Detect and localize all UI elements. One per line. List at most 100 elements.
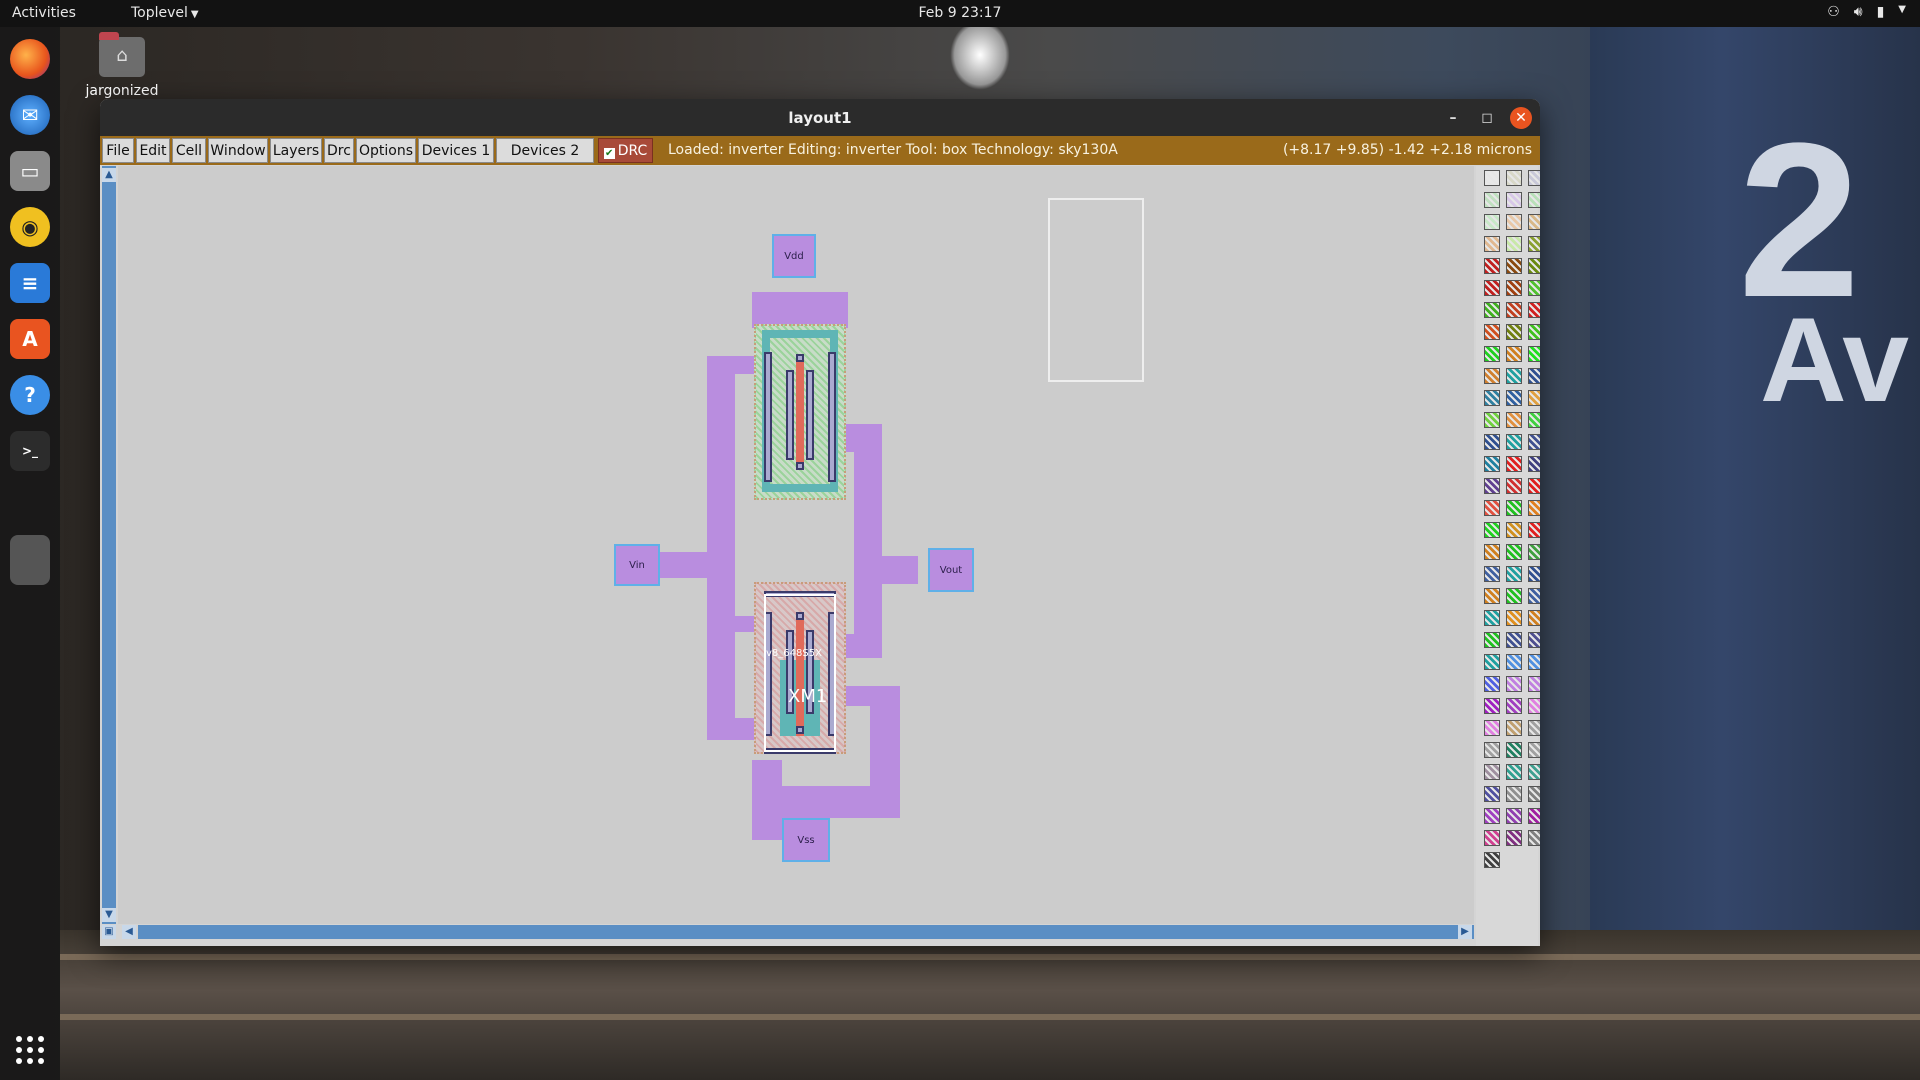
layer-swatch[interactable] (1506, 764, 1522, 780)
layer-swatch[interactable] (1484, 236, 1500, 252)
vertical-scrollbar[interactable]: ▲ ▼ (102, 166, 116, 924)
layer-swatch[interactable] (1528, 588, 1540, 604)
menu-options[interactable]: Options (356, 138, 416, 163)
metal-route[interactable] (707, 616, 759, 632)
close-icon[interactable]: ✕ (1510, 107, 1532, 129)
layer-swatch[interactable] (1528, 676, 1540, 692)
scroll-right-icon[interactable]: ▶ (1458, 925, 1472, 939)
layer-swatch[interactable] (1528, 830, 1540, 846)
menu-drc[interactable]: Drc (324, 138, 354, 163)
layer-swatch[interactable] (1528, 368, 1540, 384)
layer-swatch[interactable] (1484, 698, 1500, 714)
layer-swatch[interactable] (1528, 742, 1540, 758)
layer-swatch[interactable] (1506, 214, 1522, 230)
layer-swatch[interactable] (1506, 390, 1522, 406)
home-folder[interactable]: ⌂ jargonized (84, 32, 160, 99)
layer-swatch[interactable] (1484, 280, 1500, 296)
layer-swatch[interactable] (1484, 478, 1500, 494)
layer-swatch[interactable] (1528, 412, 1540, 428)
layer-swatch[interactable] (1506, 170, 1522, 186)
battery-icon[interactable]: ▮ (1877, 4, 1885, 20)
layer-swatch[interactable] (1484, 764, 1500, 780)
layer-swatch[interactable] (1528, 654, 1540, 670)
layer-swatch[interactable] (1484, 456, 1500, 472)
via[interactable] (796, 462, 804, 470)
contact-strip[interactable] (764, 352, 772, 482)
vss-rail[interactable] (752, 760, 782, 840)
layer-swatch[interactable] (1506, 588, 1522, 604)
software-icon[interactable]: A (10, 319, 50, 359)
layer-swatch[interactable] (1484, 786, 1500, 802)
layer-swatch[interactable] (1506, 742, 1522, 758)
firefox-icon[interactable] (10, 39, 50, 79)
layer-swatch[interactable] (1506, 720, 1522, 736)
layer-swatch[interactable] (1528, 808, 1540, 824)
menu-cell[interactable]: Cell (172, 138, 206, 163)
layer-swatch[interactable] (1506, 346, 1522, 362)
layer-swatch[interactable] (1506, 280, 1522, 296)
menu-devices-1[interactable]: Devices 1 (418, 138, 494, 163)
layer-swatch[interactable] (1528, 302, 1540, 318)
layer-swatch[interactable] (1528, 192, 1540, 208)
layer-swatch[interactable] (1528, 522, 1540, 538)
terminal-icon[interactable]: >_ (10, 431, 50, 471)
layer-swatch[interactable] (1484, 258, 1500, 274)
layer-swatch[interactable] (1484, 654, 1500, 670)
metal-route[interactable] (854, 556, 918, 584)
layer-swatch[interactable] (1528, 698, 1540, 714)
layer-swatch[interactable] (1506, 192, 1522, 208)
layer-swatch[interactable] (1506, 324, 1522, 340)
layer-swatch[interactable] (1506, 412, 1522, 428)
layer-swatch[interactable] (1484, 522, 1500, 538)
layer-swatch[interactable] (1484, 566, 1500, 582)
menu-window[interactable]: Window (208, 138, 268, 163)
scroll-down-icon[interactable]: ▼ (102, 908, 116, 922)
maximize-icon[interactable]: ◻ (1476, 107, 1498, 129)
layer-swatch[interactable] (1528, 478, 1540, 494)
metal-route[interactable] (707, 718, 759, 740)
layer-swatch[interactable] (1484, 390, 1500, 406)
thunderbird-icon[interactable]: ✉ (10, 95, 50, 135)
show-apps-icon[interactable] (14, 1034, 46, 1066)
menu-devices-2[interactable]: Devices 2 (496, 138, 594, 163)
layer-swatch[interactable] (1528, 720, 1540, 736)
layer-swatch[interactable] (1528, 500, 1540, 516)
zoom-box-icon[interactable]: ▣ (102, 925, 116, 939)
layer-swatch[interactable] (1484, 720, 1500, 736)
layer-swatch[interactable] (1484, 742, 1500, 758)
layer-swatch[interactable] (1484, 632, 1500, 648)
layer-swatch[interactable] (1528, 258, 1540, 274)
layer-swatch[interactable] (1484, 610, 1500, 626)
layer-swatch[interactable] (1528, 346, 1540, 362)
contact-strip[interactable] (786, 370, 794, 460)
layer-swatch[interactable] (1506, 236, 1522, 252)
layout-canvas[interactable]: v8_648S5X XM1 Vdd Vin Vout Vss (118, 166, 1474, 924)
layer-swatch[interactable] (1528, 764, 1540, 780)
network-icon[interactable]: ⚇ (1827, 4, 1840, 20)
metal-route[interactable] (854, 424, 882, 658)
metal-route[interactable] (658, 552, 735, 578)
layer-swatch[interactable] (1506, 808, 1522, 824)
clock[interactable]: Feb 9 23:17 (0, 5, 1920, 21)
pin-vss[interactable]: Vss (782, 818, 830, 862)
via[interactable] (796, 354, 804, 362)
layer-swatch[interactable] (1506, 434, 1522, 450)
layer-swatch[interactable] (1528, 324, 1540, 340)
pmos-gate[interactable] (796, 354, 804, 470)
layer-swatch[interactable] (1528, 390, 1540, 406)
layer-swatch[interactable] (1484, 434, 1500, 450)
layer-swatch[interactable] (1506, 478, 1522, 494)
minimize-icon[interactable]: – (1442, 107, 1464, 129)
menu-layers[interactable]: Layers (270, 138, 322, 163)
layer-swatch[interactable] (1528, 456, 1540, 472)
pin-vin[interactable]: Vin (614, 544, 660, 586)
layer-swatch[interactable] (1484, 214, 1500, 230)
volume-icon[interactable]: 🔊︎ (1854, 4, 1863, 20)
layer-swatch[interactable] (1528, 434, 1540, 450)
layer-swatch[interactable] (1528, 544, 1540, 560)
layer-swatch[interactable] (1506, 676, 1522, 692)
layer-swatch[interactable] (1484, 852, 1500, 868)
files-icon[interactable]: ▭ (10, 151, 50, 191)
window-titlebar[interactable]: layout1 – ◻ ✕ (100, 99, 1540, 136)
layer-swatch[interactable] (1484, 808, 1500, 824)
